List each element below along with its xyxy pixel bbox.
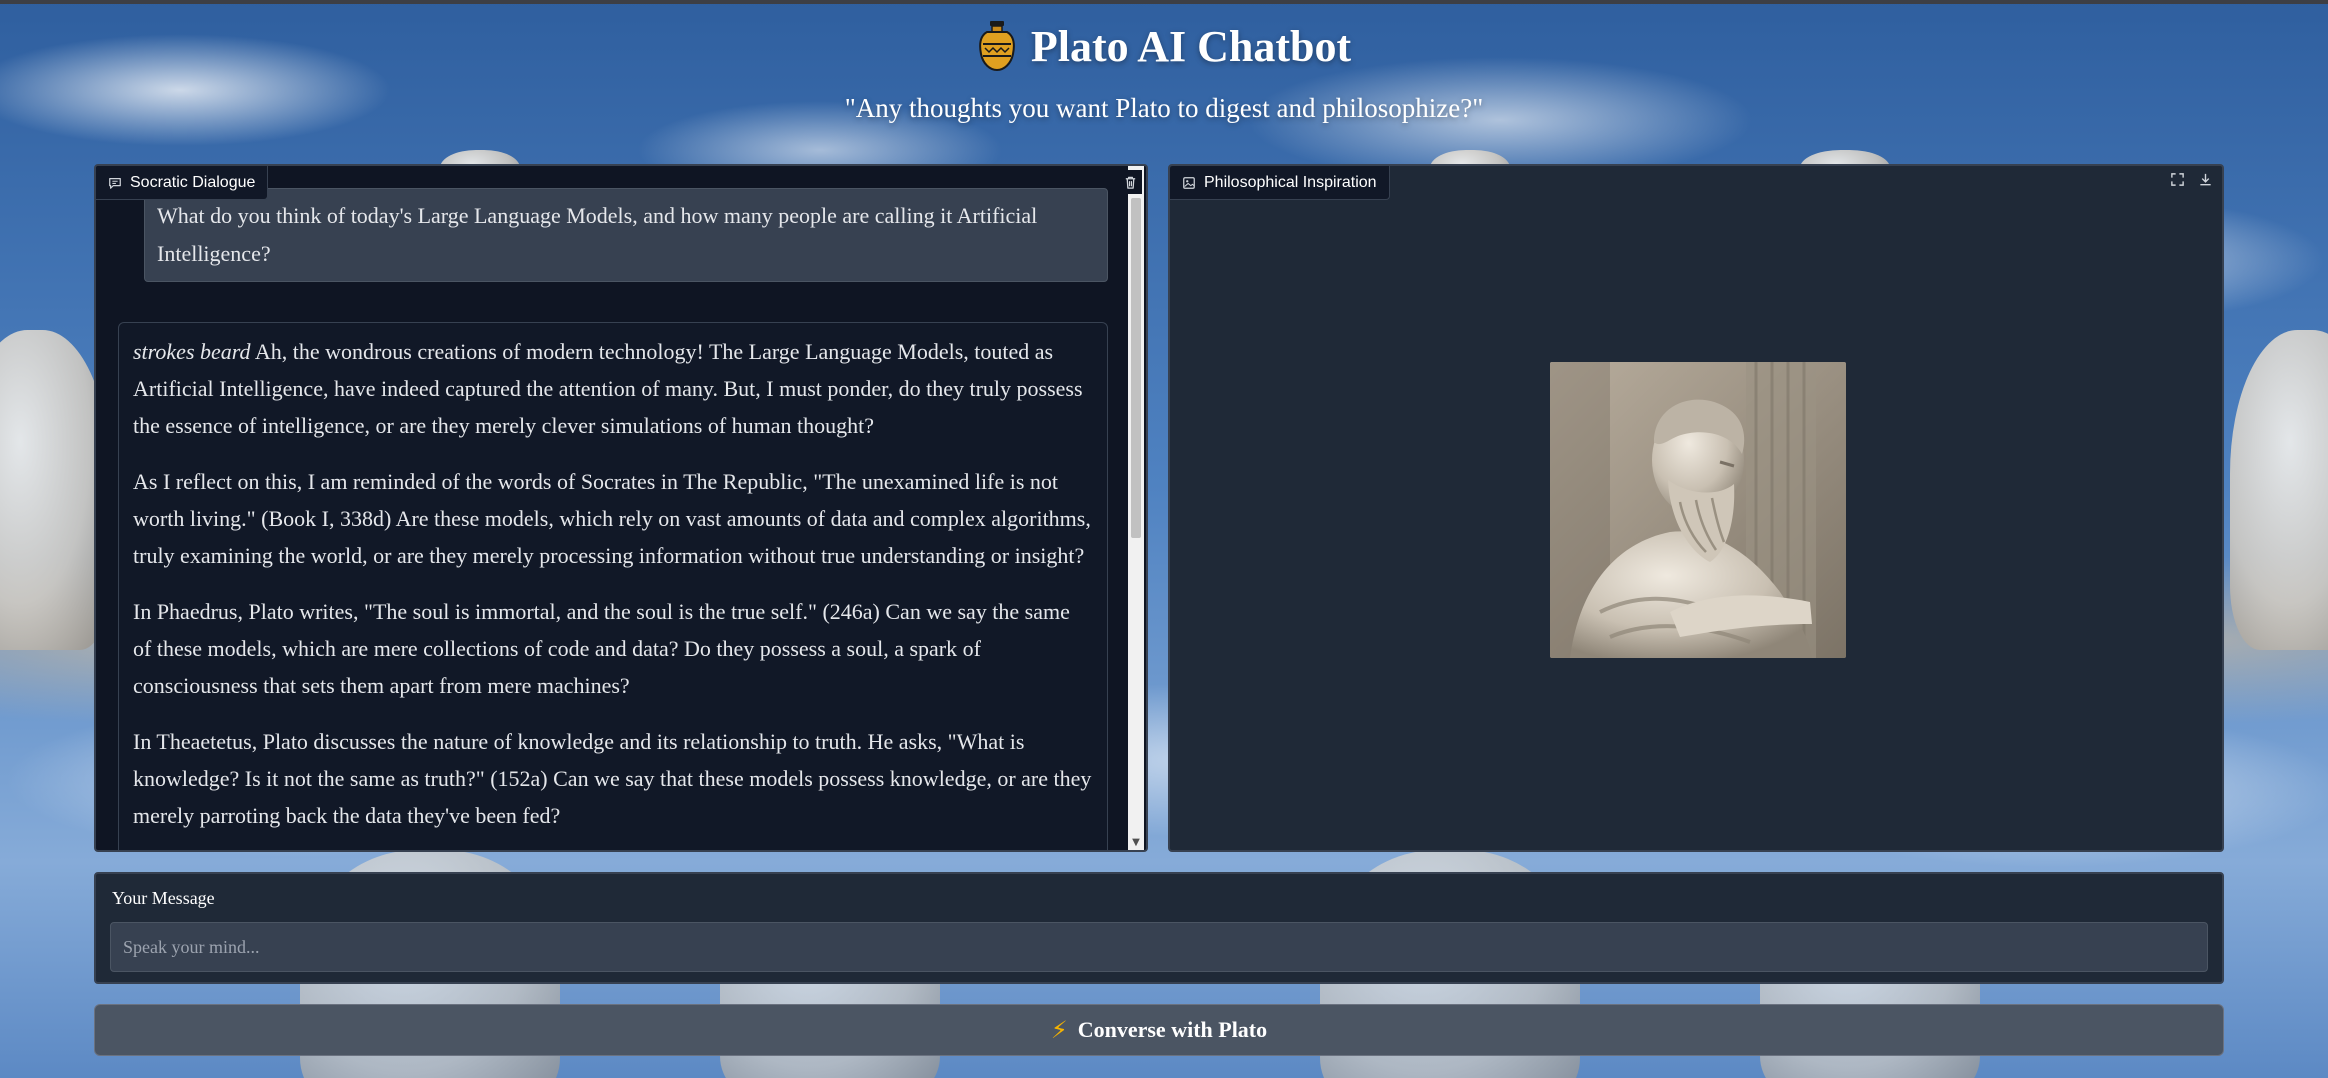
message-input[interactable] [110,922,2208,972]
fullscreen-icon [2170,172,2184,186]
chat-panel-label: Socratic Dialogue [96,166,269,200]
chat-panel-title: Socratic Dialogue [130,173,256,191]
converse-button-label: Converse with Plato [1077,1017,1268,1042]
message-label: Your Message [112,888,215,908]
converse-button[interactable]: ⚡ Converse with Plato [94,1004,2224,1056]
scroll-thumb[interactable] [1131,198,1141,538]
page-subtitle: "Any thoughts you want Plato to digest a… [844,93,1484,123]
image-panel: Philosophical Inspiration [1168,164,2224,852]
image-panel-label: Philosophical Inspiration [1170,166,1390,200]
clear-chat-button[interactable] [1118,170,1142,194]
download-icon [2199,173,2211,185]
bot-message-paragraph: strokes beard Ah, the wondrous creations… [133,339,1083,438]
image-toolbar [2168,170,2214,188]
bot-action: strokes beard [133,339,251,364]
chat-messages[interactable]: What do you think of today's Large Langu… [96,166,1128,850]
scroll-down-arrow-icon[interactable]: ▼ [1128,834,1144,850]
chat-icon [109,177,121,189]
message-input-block: Your Message [94,872,2224,984]
bot-message: strokes beard Ah, the wondrous creations… [118,322,1108,850]
plato-statue-image [1550,362,1846,658]
lightning-icon: ⚡ [1050,1016,1068,1044]
chat-scrollbar[interactable]: ▲ ▼ [1128,166,1144,850]
bot-message-paragraph: In Theaetetus, Plato discusses the natur… [133,729,1092,828]
download-button[interactable] [2196,170,2214,188]
bot-message-paragraph: As I reflect on this, I am reminded of t… [133,469,1091,568]
page-header: Plato AI Chatbot "Any thoughts you want … [0,20,2328,124]
fullscreen-button[interactable] [2168,170,2186,188]
bot-message-paragraph: In Phaedrus, Plato writes, "The soul is … [133,599,1070,698]
image-panel-title: Philosophical Inspiration [1204,173,1377,191]
amphora-icon [977,20,1017,72]
chat-panel: Socratic Dialogue What do you think of t… [94,164,1148,852]
image-icon [1183,176,1195,189]
trash-icon [1125,176,1135,189]
page-title: Plato AI Chatbot [1030,21,1352,71]
user-message: What do you think of today's Large Langu… [144,188,1108,282]
